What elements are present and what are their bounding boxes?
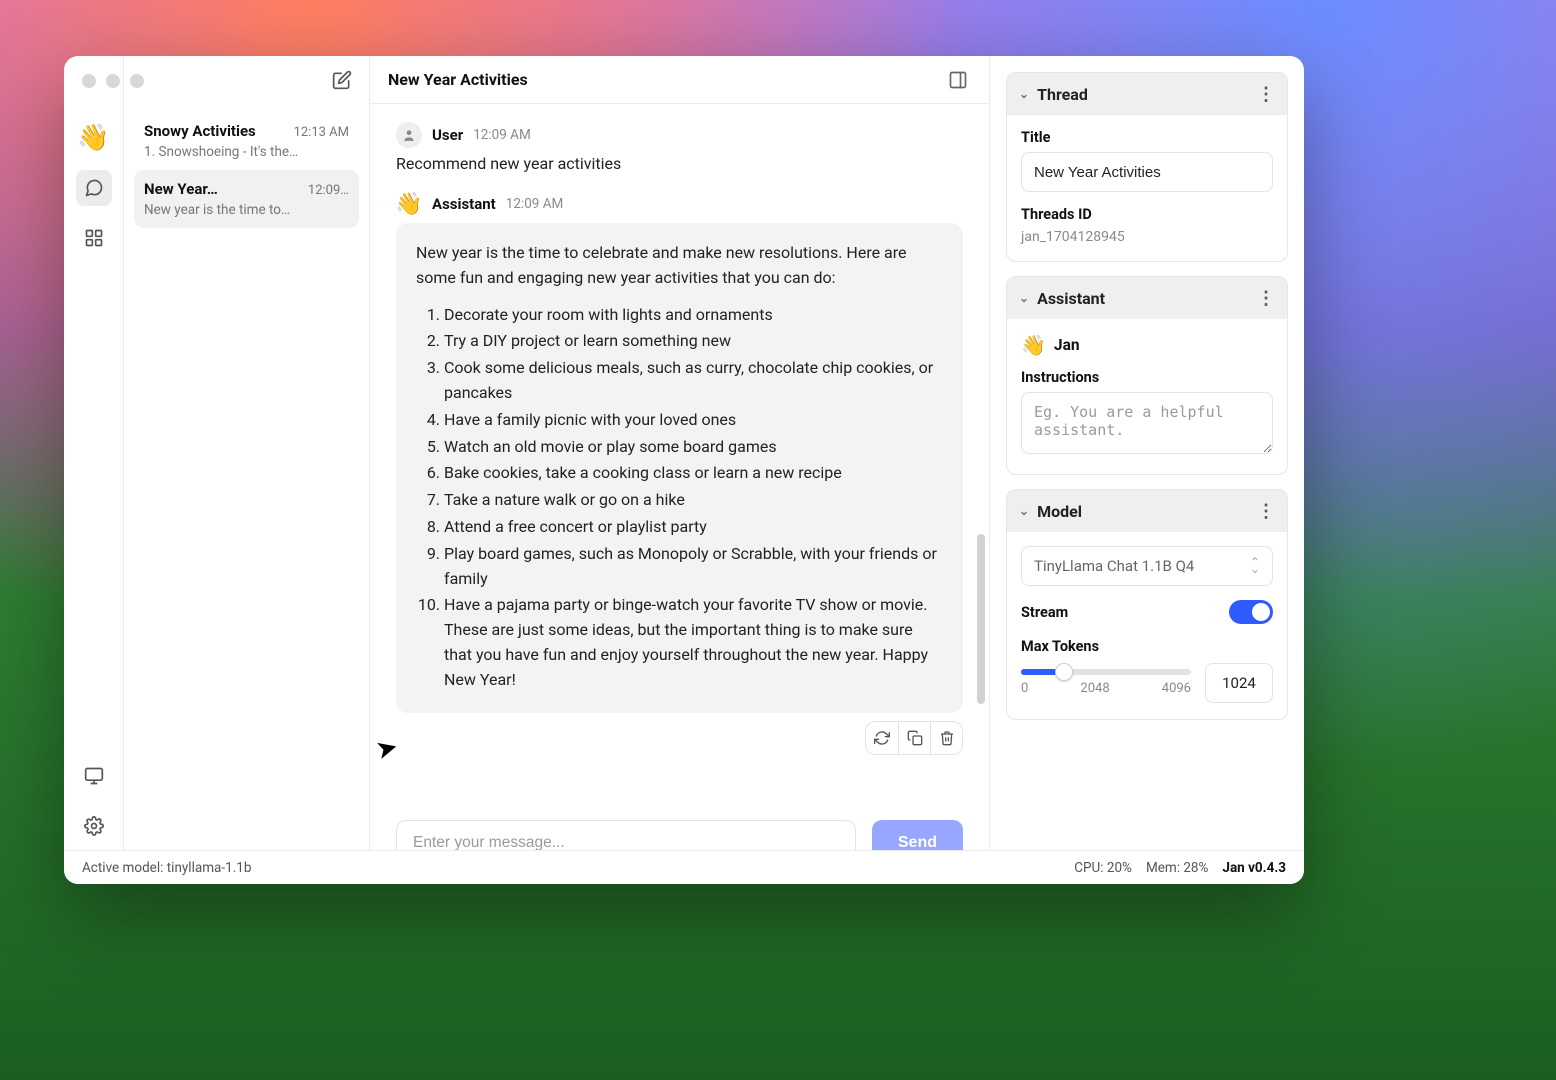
toggle-inspector-icon[interactable] bbox=[945, 67, 971, 93]
nav-apps-icon[interactable] bbox=[76, 220, 112, 256]
sender-name: User bbox=[432, 126, 463, 144]
slider-tick: 0 bbox=[1021, 681, 1028, 696]
traffic-lights bbox=[82, 74, 144, 88]
model-select[interactable]: TinyLlama Chat 1.1B Q4 ⌃⌄ bbox=[1021, 546, 1273, 586]
instructions-label: Instructions bbox=[1021, 369, 1273, 386]
active-model-label: Active model: tinyllama-1.1b bbox=[82, 860, 251, 876]
list-item: Play board games, such as Monopoly or Sc… bbox=[444, 542, 943, 592]
chevron-down-icon[interactable]: ⌄ bbox=[1019, 291, 1029, 305]
updown-icon: ⌃⌄ bbox=[1250, 559, 1260, 573]
list-item: Decorate your room with lights and ornam… bbox=[444, 303, 943, 328]
assistant-intro: New year is the time to celebrate and ma… bbox=[416, 241, 943, 291]
zoom-window-icon[interactable] bbox=[130, 74, 144, 88]
chevron-down-icon[interactable]: ⌄ bbox=[1019, 87, 1029, 101]
chat-title: New Year Activities bbox=[388, 70, 528, 89]
scrollbar[interactable] bbox=[977, 534, 985, 704]
section-title: Model bbox=[1037, 502, 1082, 521]
threads-column: Snowy Activities 12:13 AM 1. Snowshoeing -… bbox=[124, 56, 370, 884]
message-actions bbox=[865, 721, 963, 755]
message-user: User 12:09 AM Recommend new year activit… bbox=[396, 122, 963, 173]
slider-tick: 4096 bbox=[1162, 681, 1191, 696]
nav-emoji-icon[interactable]: 👋 bbox=[76, 120, 112, 156]
sender-name: Assistant bbox=[432, 195, 496, 213]
status-bar: Active model: tinyllama-1.1b CPU: 20% Me… bbox=[64, 850, 1304, 884]
thread-title: New Year… bbox=[144, 180, 218, 198]
copy-icon[interactable] bbox=[898, 722, 930, 754]
timestamp: 12:09 AM bbox=[473, 127, 531, 143]
timestamp: 12:09 AM bbox=[506, 196, 564, 212]
nav-monitor-icon[interactable] bbox=[76, 758, 112, 794]
list-item: Try a DIY project or learn something new bbox=[444, 329, 943, 354]
app-version: Jan v0.4.3 bbox=[1222, 860, 1286, 876]
card-thread: ⌄ Thread ⋮ Title Threads ID jan_17041289… bbox=[1006, 72, 1288, 262]
thread-item[interactable]: Snowy Activities 12:13 AM 1. Snowshoeing -… bbox=[134, 112, 359, 170]
max-tokens-value[interactable]: 1024 bbox=[1205, 663, 1273, 703]
threads-id-value: jan_1704128945 bbox=[1021, 229, 1273, 245]
thread-preview: New year is the time to… bbox=[144, 202, 349, 218]
compose-button[interactable] bbox=[327, 65, 357, 95]
thread-title: Snowy Activities bbox=[144, 122, 256, 140]
delete-icon[interactable] bbox=[930, 722, 962, 754]
chat-column: New Year Activities User 12:09 AM Recomm… bbox=[370, 56, 990, 884]
kebab-icon[interactable]: ⋮ bbox=[1257, 501, 1275, 522]
thread-title-input[interactable] bbox=[1021, 152, 1273, 192]
list-item: Have a family picnic with your loved one… bbox=[444, 408, 943, 433]
list-item: Cook some delicious meals, such as curry… bbox=[444, 356, 943, 406]
list-item: Take a nature walk or go on a hike bbox=[444, 488, 943, 513]
wave-icon: 👋 bbox=[1021, 333, 1046, 357]
stream-toggle[interactable] bbox=[1229, 600, 1273, 624]
nav-settings-icon[interactable] bbox=[76, 808, 112, 844]
model-selected: TinyLlama Chat 1.1B Q4 bbox=[1034, 557, 1194, 575]
slider-tick: 2048 bbox=[1080, 681, 1109, 696]
section-title: Assistant bbox=[1037, 289, 1105, 308]
inspector-column: ⌄ Thread ⋮ Title Threads ID jan_17041289… bbox=[990, 56, 1304, 884]
thread-time: 12:13 AM bbox=[294, 125, 349, 140]
minimize-window-icon[interactable] bbox=[106, 74, 120, 88]
assistant-avatar-icon: 👋 bbox=[396, 191, 422, 217]
list-item: Have a pajama party or binge-watch your … bbox=[444, 593, 943, 692]
stream-label: Stream bbox=[1021, 604, 1068, 621]
max-tokens-slider[interactable] bbox=[1021, 669, 1191, 675]
kebab-icon[interactable]: ⋮ bbox=[1257, 288, 1275, 309]
regenerate-icon[interactable] bbox=[866, 722, 898, 754]
message-assistant: 👋 Assistant 12:09 AM New year is the tim… bbox=[396, 191, 963, 755]
user-avatar-icon bbox=[396, 122, 422, 148]
chevron-down-icon[interactable]: ⌄ bbox=[1019, 504, 1029, 518]
max-tokens-label: Max Tokens bbox=[1021, 638, 1273, 655]
nav-chat-icon[interactable] bbox=[76, 170, 112, 206]
thread-item[interactable]: New Year… 12:09… New year is the time to… bbox=[134, 170, 359, 228]
cpu-usage: CPU: 20% bbox=[1074, 860, 1132, 876]
card-model: ⌄ Model ⋮ TinyLlama Chat 1.1B Q4 ⌃⌄ Stre… bbox=[1006, 489, 1288, 720]
assistant-bubble: New year is the time to celebrate and ma… bbox=[396, 223, 963, 713]
card-assistant: ⌄ Assistant ⋮ 👋 Jan Instructions bbox=[1006, 276, 1288, 475]
app-window: 👋 Snowy Activities12:13 AM1. Snowsh bbox=[64, 56, 1304, 884]
assistant-name: Jan bbox=[1054, 336, 1080, 354]
list-item: Watch an old movie or play some board ga… bbox=[444, 435, 943, 460]
instructions-textarea[interactable] bbox=[1021, 392, 1273, 454]
user-message-text: Recommend new year activities bbox=[396, 154, 963, 173]
thread-time: 12:09… bbox=[308, 183, 349, 198]
list-item: Bake cookies, take a cooking class or le… bbox=[444, 461, 943, 486]
mem-usage: Mem: 28% bbox=[1146, 860, 1208, 876]
section-title: Thread bbox=[1037, 85, 1088, 104]
threads-id-label: Threads ID bbox=[1021, 206, 1273, 223]
list-item: Attend a free concert or playlist party bbox=[444, 515, 943, 540]
assistant-name-row: 👋 Jan bbox=[1021, 333, 1273, 357]
title-label: Title bbox=[1021, 129, 1273, 146]
chat-body: User 12:09 AM Recommend new year activit… bbox=[370, 104, 989, 806]
thread-preview: 1. Snowshoeing - It's the… bbox=[144, 144, 349, 160]
nav-rail: 👋 bbox=[64, 56, 124, 884]
kebab-icon[interactable]: ⋮ bbox=[1257, 84, 1275, 105]
close-window-icon[interactable] bbox=[82, 74, 96, 88]
